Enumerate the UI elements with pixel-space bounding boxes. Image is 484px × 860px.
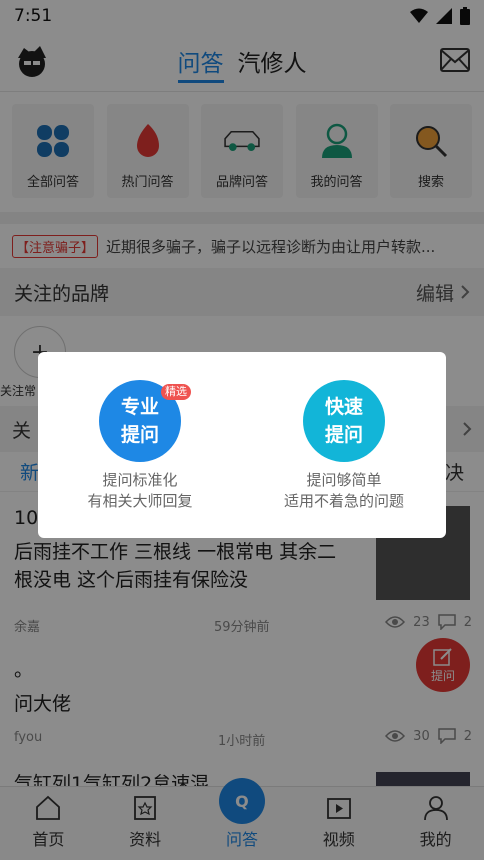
quick-ask-option[interactable]: 快速 提问 提问够简单 适用不着急的问题 — [254, 380, 434, 512]
quick-description: 提问够简单 适用不着急的问题 — [284, 470, 404, 512]
professional-ask-option[interactable]: 专业 提问 精选 提问标准化 有相关大师回复 — [50, 380, 230, 512]
quick-desc-line2: 适用不着急的问题 — [283, 492, 404, 510]
pro-line1: 专业 — [120, 396, 159, 418]
ask-type-dialog: 专业 提问 精选 提问标准化 有相关大师回复 快速 提问 提问够简单 适用不着急… — [38, 352, 446, 538]
professional-ask-button[interactable]: 专业 提问 精选 — [99, 380, 191, 462]
quick-ask-button[interactable]: 快速 提问 — [303, 380, 385, 462]
pro-desc-line2: 有相关大师回复 — [87, 492, 193, 510]
pro-description: 提问标准化 有相关大师回复 — [87, 470, 192, 512]
pro-line2: 提问 — [120, 424, 159, 446]
pro-desc-line1: 提问标准化 — [102, 471, 178, 489]
quick-desc-line1: 提问够简单 — [306, 471, 382, 489]
quick-line2: 提问 — [324, 424, 363, 446]
quick-line1: 快速 — [324, 396, 363, 418]
featured-badge: 精选 — [161, 384, 191, 400]
